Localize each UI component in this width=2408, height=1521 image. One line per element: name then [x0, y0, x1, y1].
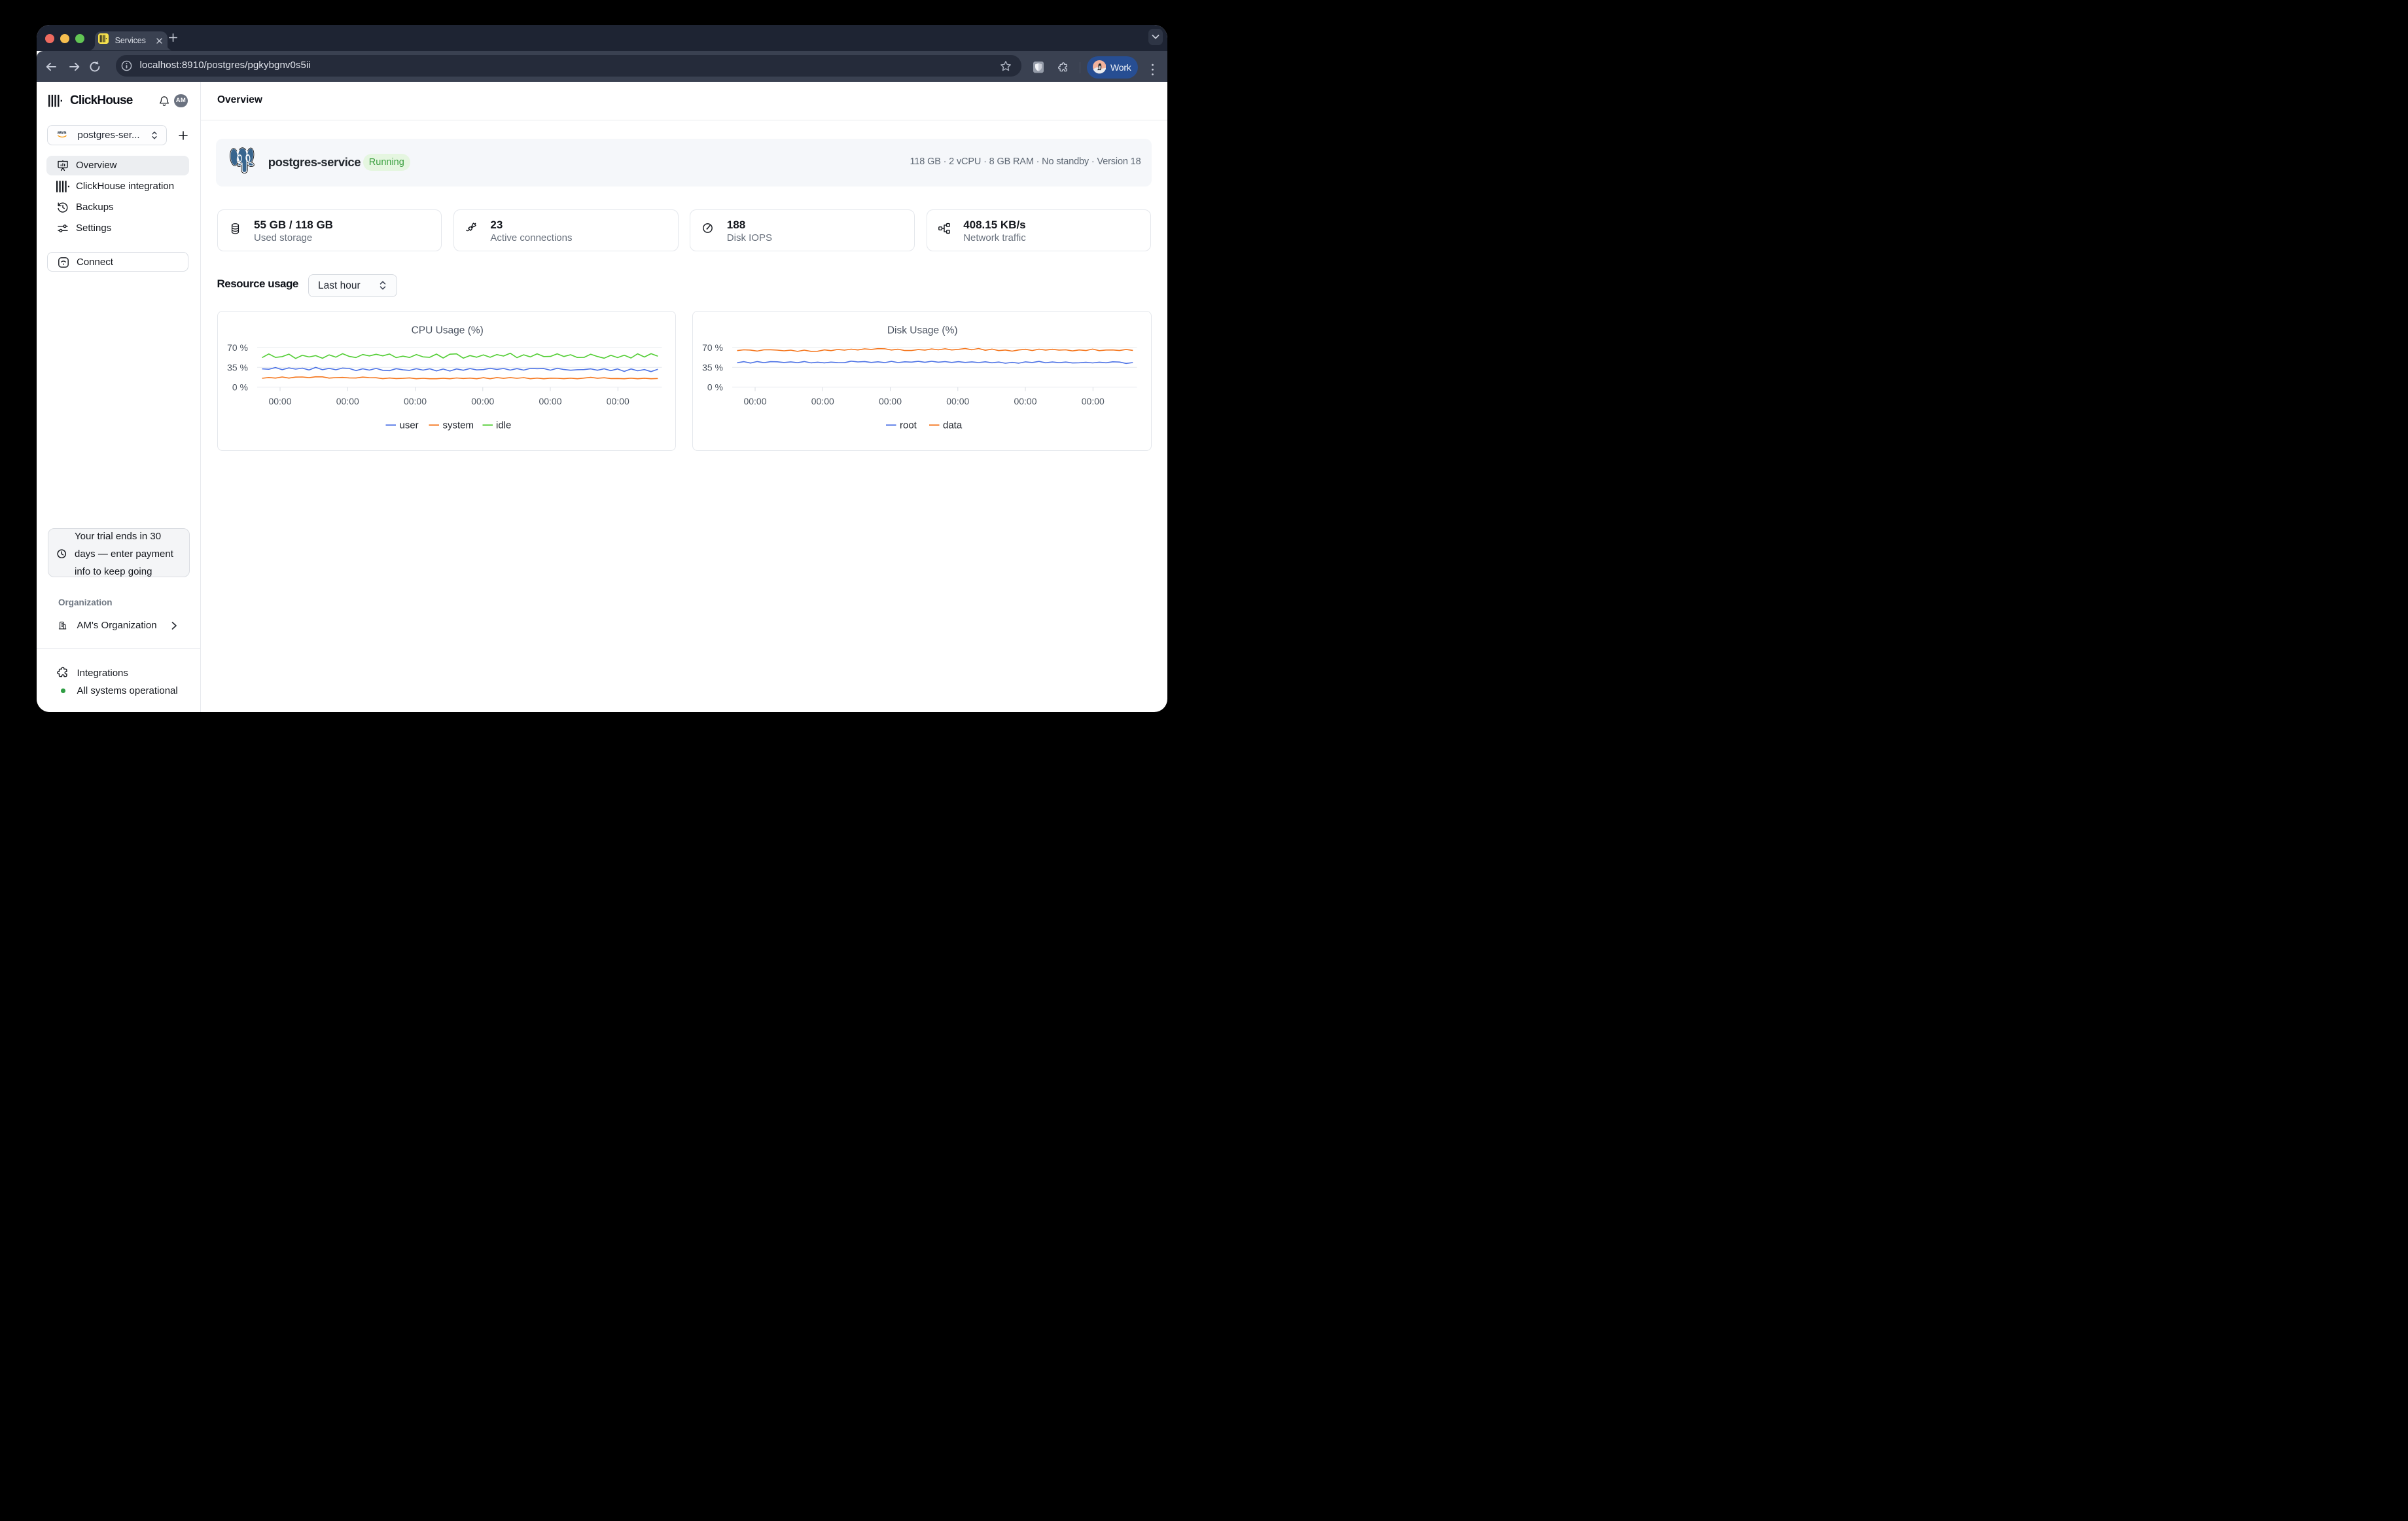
svg-text:00:00: 00:00	[268, 396, 291, 406]
svg-text:idle: idle	[496, 420, 511, 431]
svg-text:00:00: 00:00	[811, 396, 834, 406]
svg-text:Disk Usage (%): Disk Usage (%)	[887, 325, 958, 336]
svg-text:00:00: 00:00	[743, 396, 766, 406]
svg-text:00:00: 00:00	[336, 396, 359, 406]
svg-text:system: system	[442, 420, 474, 431]
svg-text:aws: aws	[58, 130, 67, 135]
svg-text:CPU Usage (%): CPU Usage (%)	[411, 325, 483, 336]
svg-text:00:00: 00:00	[879, 396, 902, 406]
svg-text:data: data	[943, 420, 963, 431]
svg-text:00:00: 00:00	[606, 396, 629, 406]
svg-text:35 %: 35 %	[227, 362, 248, 372]
svg-text:00:00: 00:00	[403, 396, 426, 406]
svg-text:00:00: 00:00	[1014, 396, 1036, 406]
svg-text:00:00: 00:00	[471, 396, 494, 406]
svg-text:70 %: 70 %	[227, 342, 248, 353]
svg-text:00:00: 00:00	[539, 396, 561, 406]
svg-text:0 %: 0 %	[707, 382, 723, 392]
svg-text:root: root	[900, 420, 917, 431]
svg-text:70 %: 70 %	[702, 342, 723, 353]
svg-text:user: user	[399, 420, 418, 431]
svg-text:35 %: 35 %	[702, 362, 723, 372]
svg-text:0 %: 0 %	[232, 382, 247, 392]
svg-text:00:00: 00:00	[946, 396, 969, 406]
svg-text:00:00: 00:00	[1082, 396, 1105, 406]
